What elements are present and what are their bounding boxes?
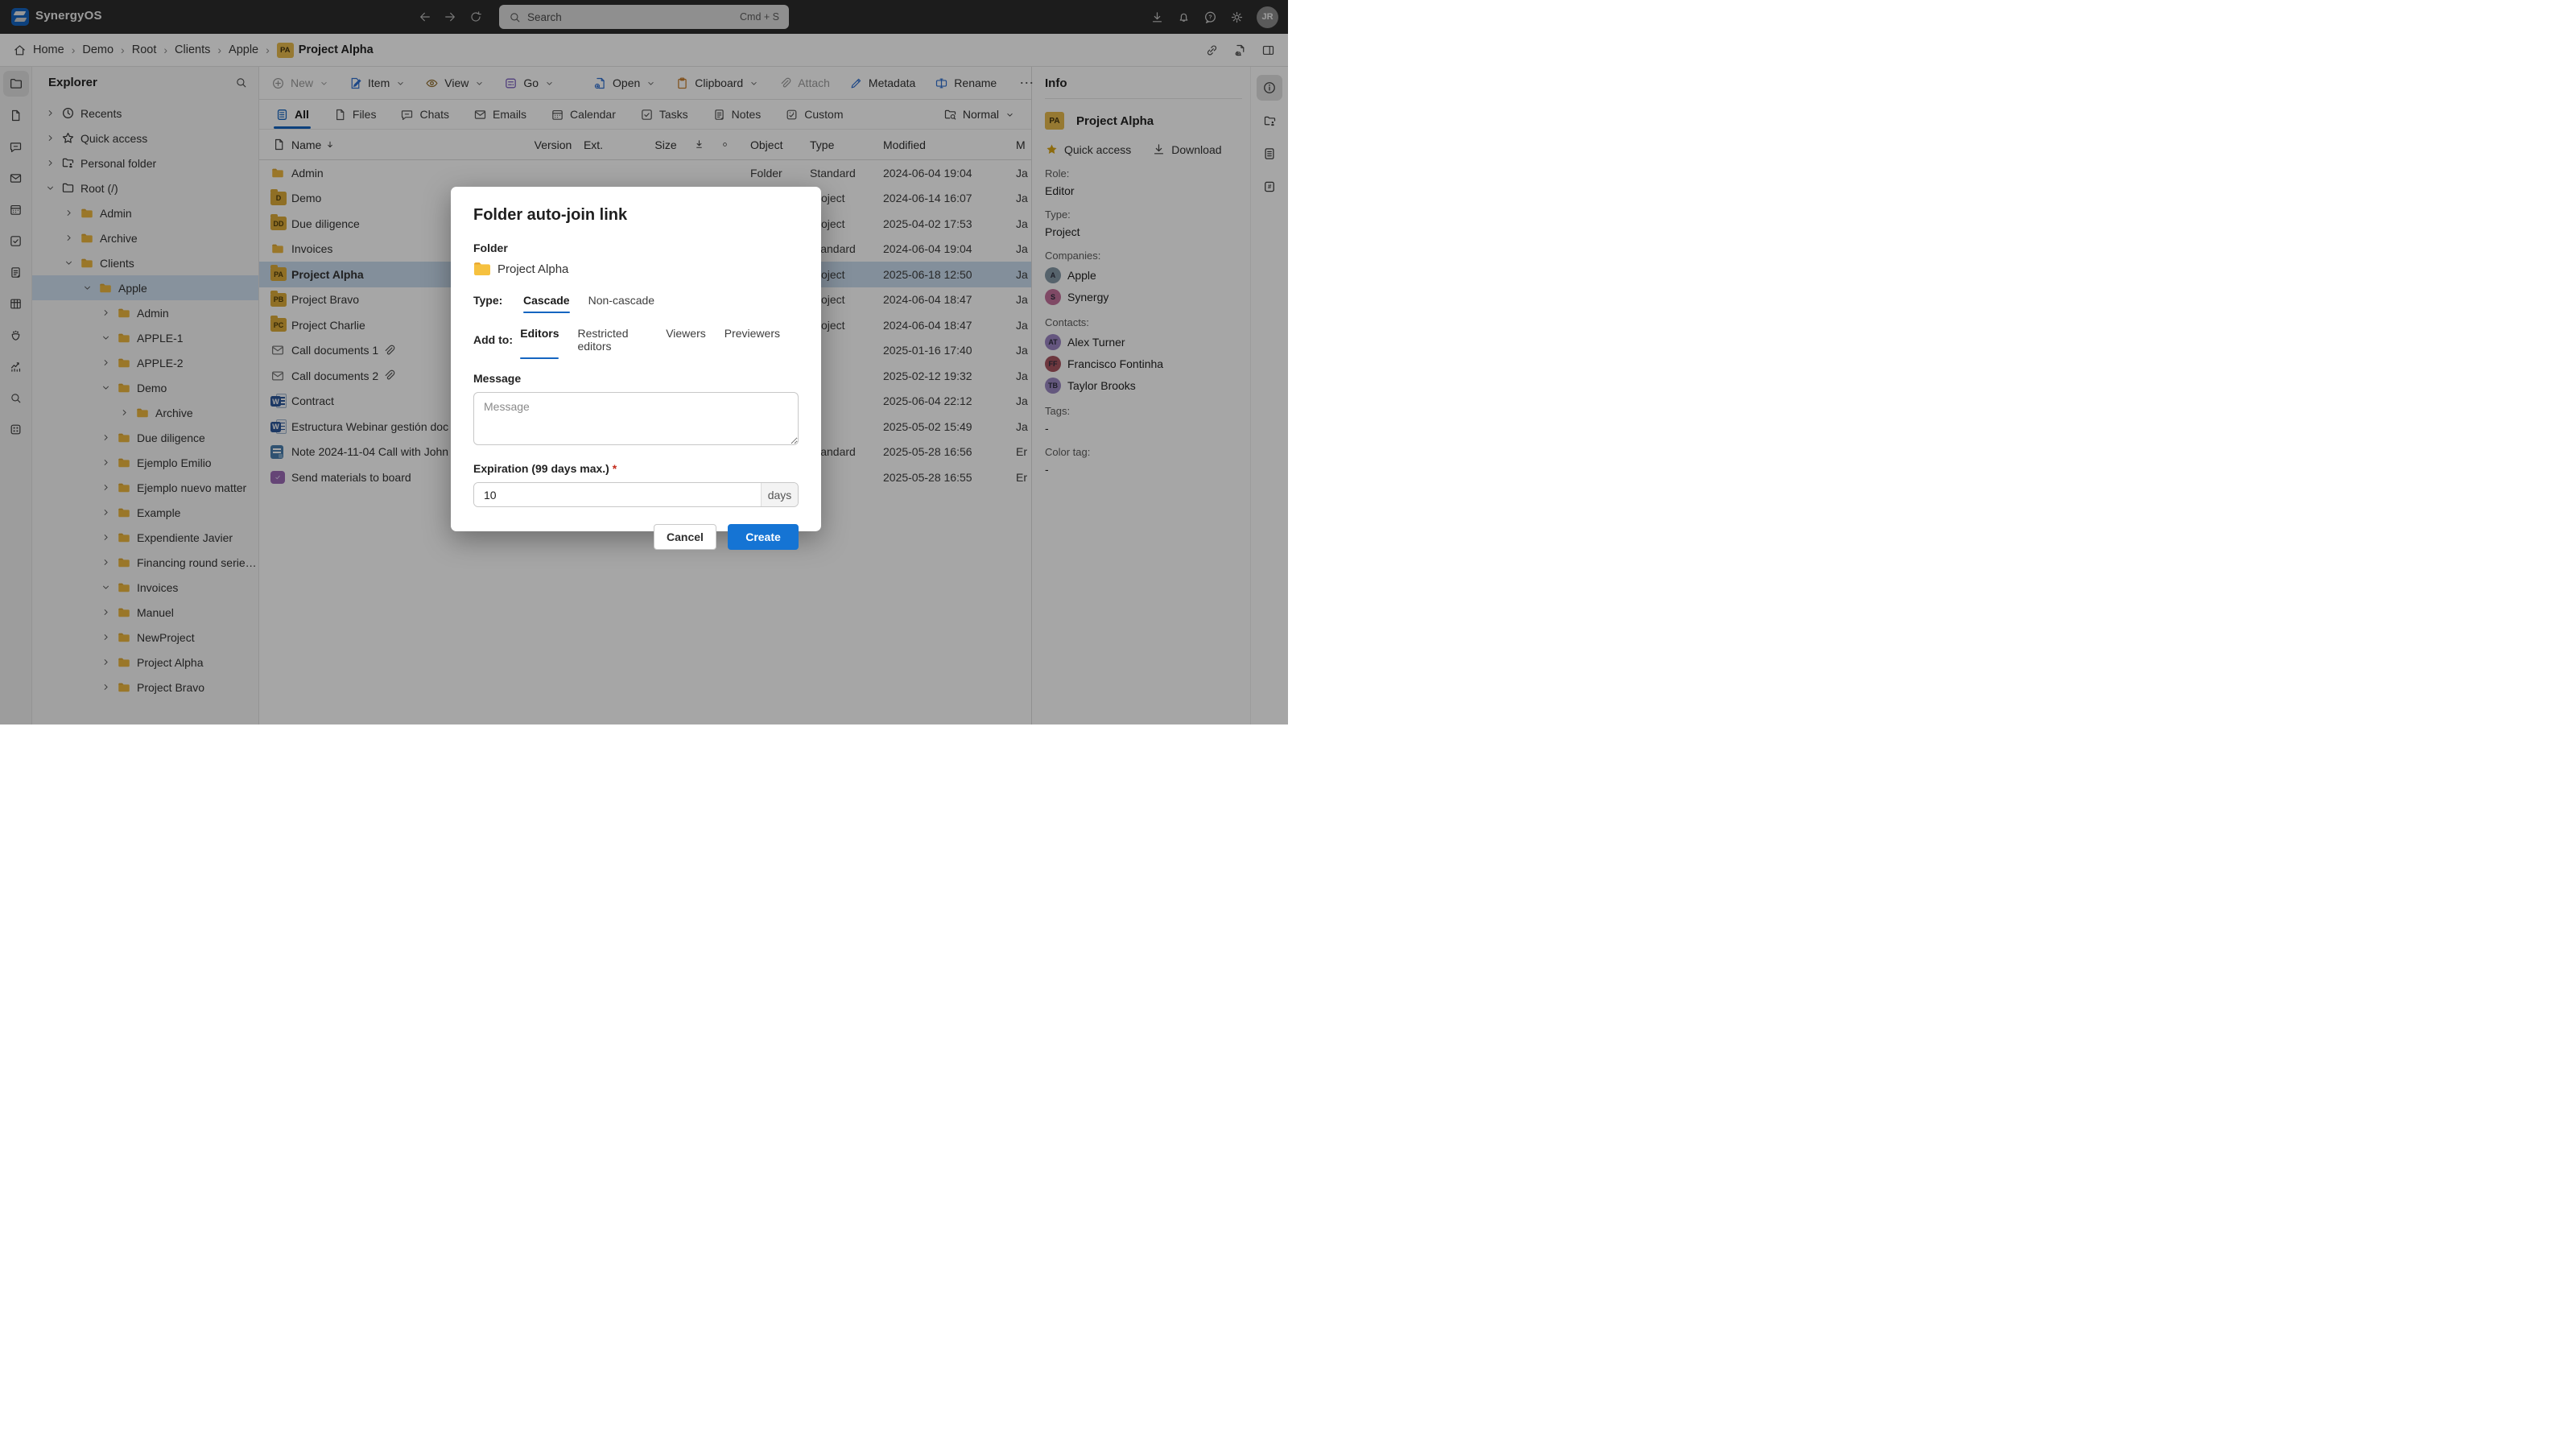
message-label: Message <box>473 372 799 385</box>
cancel-button[interactable]: Cancel <box>654 524 716 550</box>
expiration-input[interactable] <box>474 483 761 506</box>
type-label: Type: <box>473 294 523 307</box>
addto-option-restricted-editors[interactable]: Restricted editors <box>577 327 647 353</box>
expiration-unit: days <box>761 483 798 506</box>
type-option-non-cascade[interactable]: Non-cascade <box>588 294 655 307</box>
addto-label: Add to: <box>473 333 520 346</box>
type-option-cascade[interactable]: Cascade <box>523 294 570 307</box>
dialog-title: Folder auto-join link <box>473 206 799 225</box>
create-button[interactable]: Create <box>728 524 799 550</box>
folder-label: Folder <box>473 242 799 254</box>
expiration-label: Expiration (99 days max.) * <box>473 462 799 475</box>
required-asterisk: * <box>613 462 617 475</box>
folder-auto-join-dialog: Folder auto-join link Folder Project Alp… <box>451 187 821 531</box>
addto-option-viewers[interactable]: Viewers <box>666 327 706 353</box>
addto-option-editors[interactable]: Editors <box>520 327 559 353</box>
message-textarea[interactable] <box>473 392 799 445</box>
folder-icon <box>473 262 490 276</box>
addto-option-previewers[interactable]: Previewers <box>724 327 780 353</box>
dialog-folder-name: Project Alpha <box>497 262 568 276</box>
